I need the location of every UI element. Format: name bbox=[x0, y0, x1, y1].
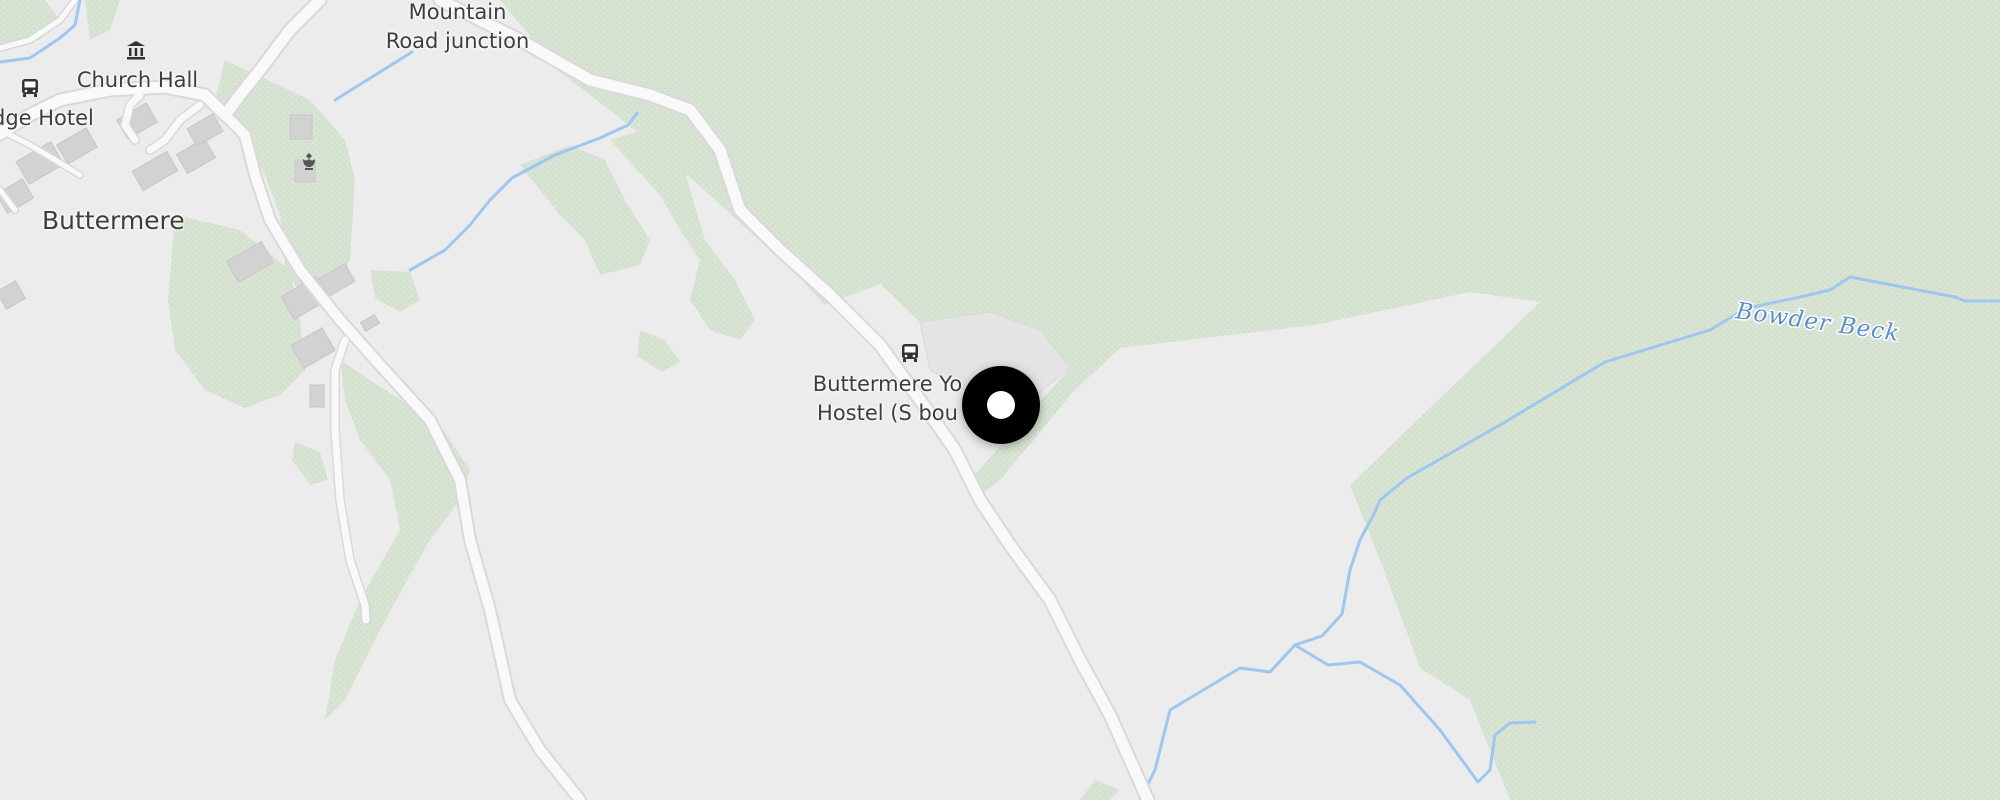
current-location-marker[interactable] bbox=[962, 366, 1040, 444]
memorial-icon[interactable] bbox=[297, 150, 321, 174]
bus-stop-icon[interactable] bbox=[18, 76, 42, 100]
poi-label-junction[interactable]: Mountain Road junction bbox=[375, 0, 540, 56]
map-canvas[interactable]: Bowder Beck Mountain Road junction Churc… bbox=[0, 0, 2000, 800]
poi-label-hostel[interactable]: Buttermere Yo Hostel (S bou bbox=[800, 370, 975, 428]
poi-label-hotel[interactable]: dge Hotel bbox=[0, 104, 102, 133]
woodland-area bbox=[637, 330, 680, 372]
woodland-area bbox=[292, 442, 328, 485]
woodland-area bbox=[1080, 780, 1120, 800]
location-marker-center bbox=[987, 391, 1015, 419]
poi-label-church-hall[interactable]: Church Hall bbox=[60, 66, 215, 95]
bus-stop-icon[interactable] bbox=[898, 341, 922, 365]
woodland-area bbox=[500, 0, 2000, 800]
place-label-village[interactable]: Buttermere bbox=[42, 206, 202, 235]
town-hall-icon[interactable] bbox=[124, 38, 148, 62]
woodland-area bbox=[370, 270, 420, 312]
woodland-area bbox=[85, 0, 120, 40]
